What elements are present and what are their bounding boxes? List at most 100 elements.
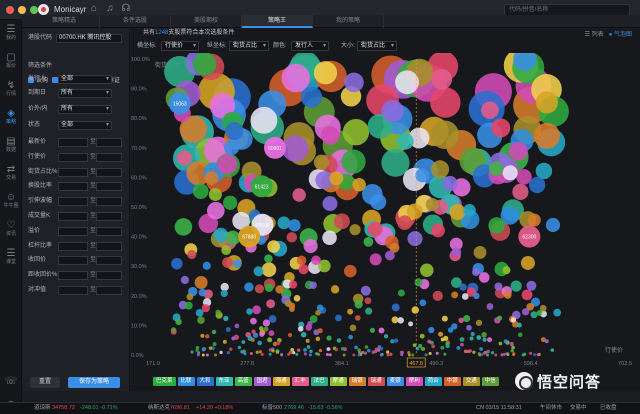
- bubble[interactable]: [512, 183, 529, 200]
- bubble[interactable]: [386, 350, 390, 354]
- bubble[interactable]: [277, 216, 291, 230]
- bubble[interactable]: [443, 352, 447, 356]
- bubble[interactable]: [250, 106, 278, 134]
- bubble[interactable]: [222, 257, 233, 268]
- bubble-chart[interactable]: 100.0% 90.0% 80.0% 70.0% 60.0% 50.0% 40.0% 30.0…: [131, 53, 640, 385]
- bubble[interactable]: [451, 291, 459, 299]
- bubble[interactable]: [198, 288, 207, 297]
- legend-item[interactable]: 高盛: [234, 377, 252, 386]
- bubble[interactable]: [171, 257, 183, 270]
- bubble[interactable]: [317, 352, 321, 356]
- bubble[interactable]: [415, 168, 430, 183]
- bubble[interactable]: [391, 303, 400, 312]
- bubble[interactable]: [503, 290, 512, 299]
- bubble[interactable]: [342, 353, 346, 357]
- bubble[interactable]: [431, 344, 436, 349]
- bubble[interactable]: [354, 315, 361, 321]
- bubble[interactable]: [470, 331, 475, 337]
- bubble[interactable]: [377, 345, 382, 349]
- rail-item-strategy[interactable]: ◈ 策略: [0, 108, 22, 126]
- legend-item[interactable]: 摩通: [329, 377, 347, 386]
- bubble[interactable]: [485, 353, 489, 357]
- tab-strategy-king[interactable]: 策略王: [242, 15, 313, 28]
- bubble[interactable]: [378, 327, 385, 334]
- bubble[interactable]: [200, 333, 205, 338]
- list-view-icon[interactable]: ☰ 列表: [585, 32, 604, 38]
- bubble[interactable]: [336, 338, 342, 343]
- bubble[interactable]: [241, 340, 246, 344]
- bubble[interactable]: [407, 231, 423, 247]
- bubble[interactable]: [226, 350, 230, 355]
- bubble[interactable]: [205, 353, 209, 357]
- close-window-button[interactable]: [6, 6, 14, 14]
- bubble[interactable]: [288, 280, 298, 289]
- bubble[interactable]: [223, 139, 240, 156]
- bubble[interactable]: [381, 99, 404, 123]
- bubble[interactable]: [325, 352, 330, 357]
- bubble[interactable]: [441, 315, 448, 322]
- bubble[interactable]: [287, 332, 293, 338]
- bubble[interactable]: [489, 161, 504, 176]
- bubble[interactable]: [420, 346, 425, 351]
- bubble[interactable]: [473, 292, 480, 300]
- bubble[interactable]: [379, 353, 383, 357]
- bubble[interactable]: [393, 338, 399, 343]
- bubble[interactable]: [297, 348, 301, 352]
- range-min-input[interactable]: [58, 286, 88, 295]
- bubble[interactable]: [196, 353, 200, 357]
- bubble[interactable]: [503, 339, 508, 344]
- bubble[interactable]: [458, 317, 464, 323]
- bubble[interactable]: [363, 237, 374, 247]
- bubble[interactable]: [341, 149, 366, 174]
- bubble[interactable]: [428, 326, 435, 334]
- bubble[interactable]: [498, 341, 503, 346]
- bubble[interactable]: [208, 346, 213, 350]
- bubble[interactable]: [289, 306, 295, 313]
- legend-item[interactable]: 中信: [481, 377, 499, 386]
- bubble[interactable]: [369, 253, 382, 266]
- bubble[interactable]: [459, 283, 467, 291]
- bubble[interactable]: [204, 171, 219, 185]
- bubble[interactable]: [419, 299, 427, 307]
- bubble[interactable]: [214, 353, 218, 357]
- bubble[interactable]: [397, 317, 404, 324]
- bubble[interactable]: [360, 285, 371, 296]
- bubble[interactable]: [326, 347, 330, 351]
- bubble[interactable]: [329, 171, 344, 186]
- bubble[interactable]: [221, 245, 232, 255]
- bubble[interactable]: [367, 221, 383, 237]
- bubble[interactable]: [424, 353, 428, 357]
- bubble[interactable]: [195, 308, 204, 317]
- bubble[interactable]: [463, 349, 468, 353]
- bubble[interactable]: [516, 322, 522, 328]
- rail-item-market[interactable]: ↯ 行情: [0, 80, 22, 98]
- range-max-input[interactable]: [96, 212, 122, 221]
- bubble[interactable]: [352, 353, 356, 357]
- bubble[interactable]: [466, 324, 472, 331]
- bubble[interactable]: [431, 223, 445, 238]
- bubble[interactable]: [502, 266, 511, 275]
- legend-item[interactable]: 大和: [196, 377, 214, 386]
- bubble[interactable]: [268, 315, 277, 323]
- bubble[interactable]: [180, 275, 189, 285]
- bubble[interactable]: [553, 308, 562, 317]
- bubble[interactable]: [275, 340, 281, 346]
- bubble[interactable]: [263, 326, 269, 332]
- bubble[interactable]: [469, 336, 474, 341]
- bubble[interactable]: [298, 264, 309, 275]
- bubble[interactable]: [352, 178, 366, 192]
- bubble[interactable]: [364, 345, 369, 349]
- bubble[interactable]: [430, 120, 459, 149]
- bubble[interactable]: [223, 195, 238, 210]
- bubble[interactable]: [267, 337, 273, 343]
- bubble[interactable]: [252, 305, 262, 315]
- save-strategy-button[interactable]: 保存为策略: [68, 377, 120, 388]
- bubble[interactable]: [306, 345, 311, 349]
- bubble[interactable]: [292, 351, 296, 355]
- bubble[interactable]: [472, 350, 476, 354]
- range-min-input[interactable]: [58, 212, 88, 221]
- bubble[interactable]: [271, 349, 275, 353]
- range-min-input[interactable]: [58, 241, 88, 251]
- bubble[interactable]: [222, 339, 227, 344]
- range-max-input[interactable]: [96, 197, 122, 207]
